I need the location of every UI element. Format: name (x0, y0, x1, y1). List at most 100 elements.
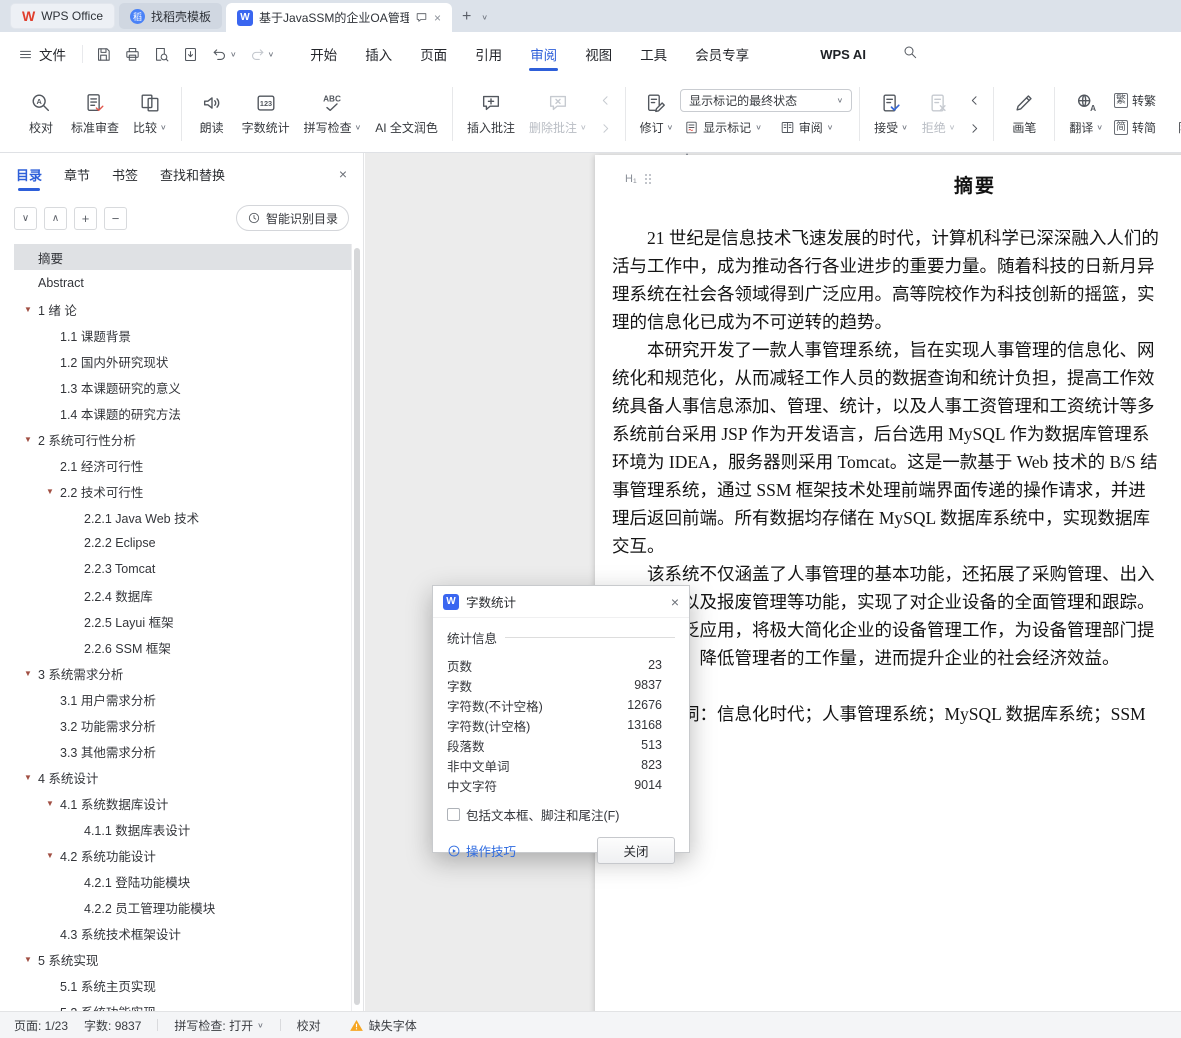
checkbox-box[interactable] (447, 808, 460, 821)
export-pdf-button[interactable] (178, 42, 203, 67)
toc-item[interactable]: 5.1 系统主页实现 (14, 972, 351, 998)
markup-state-select[interactable]: 显示标记的最终状态 (680, 89, 853, 112)
proofread-status[interactable]: 校对 (297, 1017, 321, 1034)
print-preview-button[interactable] (149, 42, 174, 67)
menu-tab[interactable]: 插入 (351, 32, 406, 76)
close-pane-icon[interactable] (339, 166, 347, 182)
sidebar-tab[interactable]: 书签 (112, 161, 138, 188)
toc-item[interactable]: 5.2 系统功能实现 (14, 998, 351, 1012)
sidebar-tab[interactable]: 目录 (16, 161, 42, 191)
toc-expand-icon[interactable] (46, 799, 60, 808)
word-count-indicator[interactable]: 字数: 9837 (84, 1017, 141, 1034)
toc-item[interactable]: 1.1 课题背景 (14, 322, 351, 348)
toc-expand-icon[interactable] (46, 487, 60, 496)
document-page[interactable]: H₁ 摘要 21 世纪是信息技术飞速发展的时代，计算机科学已深深融入人们的 活与… (595, 155, 1181, 1011)
undo-dropdown-icon[interactable] (230, 50, 237, 57)
read-aloud-button[interactable]: 朗读 (189, 87, 235, 141)
toc-item[interactable]: 4.3 系统技术框架设计 (14, 920, 351, 946)
toc-expand-icon[interactable] (24, 435, 38, 444)
decrease-level-button[interactable] (104, 206, 127, 230)
toc-item[interactable]: 4 系统设计 (14, 764, 351, 790)
menu-tab[interactable]: 页面 (406, 32, 461, 76)
toc-item[interactable]: 3 系统需求分析 (14, 660, 351, 686)
proofread-button[interactable]: 校对 (18, 87, 64, 141)
insert-comment-button[interactable]: 插入批注 (460, 87, 522, 141)
spell-check-button[interactable]: 拼写检查 (297, 87, 369, 141)
menu-tab[interactable]: 工具 (626, 32, 681, 76)
toc-item[interactable]: 2.2.6 SSM 框架 (14, 634, 351, 660)
to-simplified-button[interactable]: 简 转简 (1110, 116, 1160, 139)
smart-identify-button[interactable]: 智能识别目录 (235, 205, 349, 231)
undo-button[interactable] (207, 42, 241, 67)
wps-ai-button[interactable]: WPS AI (789, 46, 874, 63)
next-revision-button[interactable] (962, 116, 986, 140)
reject-button[interactable]: 拒绝 (915, 87, 963, 141)
toc-item[interactable]: 2.2.3 Tomcat (14, 556, 351, 582)
toc-item[interactable]: 4.1 系统数据库设计 (14, 790, 351, 816)
toc-item[interactable]: 2.2 技术可行性 (14, 478, 351, 504)
sidebar-tab[interactable]: 查找和替换 (160, 161, 225, 188)
track-changes-button[interactable]: 修订 (633, 87, 681, 141)
toc-item[interactable]: 1.2 国内外研究现状 (14, 348, 351, 374)
comment-bubble-icon[interactable] (415, 11, 428, 24)
next-comment-button[interactable] (594, 116, 618, 140)
review-pane-button[interactable]: 审阅 (776, 116, 838, 139)
wps-home-tab[interactable]: W WPS Office (10, 3, 116, 29)
sidebar-scrollbar[interactable] (354, 248, 360, 1005)
toc-item[interactable]: 4.1.1 数据库表设计 (14, 816, 351, 842)
toc-expand-icon[interactable] (46, 851, 60, 860)
compare-button[interactable]: 比较 (126, 87, 174, 141)
menu-tab[interactable]: 审阅 (516, 32, 571, 76)
toc-expand-icon[interactable] (24, 305, 38, 314)
restrict-edit-button[interactable]: 限制 (1167, 87, 1181, 141)
dialog-title-bar[interactable]: W 字数统计 (433, 586, 689, 618)
heading-handle[interactable]: H₁ (625, 173, 652, 185)
to-traditional-button[interactable]: 繁 转繁 (1110, 89, 1160, 112)
include-textbox-checkbox[interactable]: 包括文本框、脚注和尾注(F) (447, 805, 675, 824)
redo-button[interactable] (245, 42, 279, 67)
toc-item[interactable]: 2.2.2 Eclipse (14, 530, 351, 556)
previous-comment-button[interactable] (594, 88, 618, 112)
show-markup-button[interactable]: 显示标记 (680, 116, 766, 139)
toc-item[interactable]: 2 系统可行性分析 (14, 426, 351, 452)
missing-font-warning[interactable]: 缺失字体 (349, 1017, 417, 1034)
expand-all-button[interactable] (44, 206, 67, 230)
translate-button[interactable]: 翻译 (1062, 87, 1110, 141)
menu-tab[interactable]: 开始 (296, 32, 351, 76)
menu-tab[interactable]: 会员专享 (681, 32, 763, 76)
toc-item[interactable]: 2.2.5 Layui 框架 (14, 608, 351, 634)
delete-comment-button[interactable]: 删除批注 (522, 87, 594, 141)
toc-item[interactable]: 3.1 用户需求分析 (14, 686, 351, 712)
new-tab-button[interactable] (462, 8, 471, 26)
drag-handle-icon[interactable] (644, 173, 652, 185)
tab-list-dropdown-icon[interactable] (481, 14, 488, 21)
ai-polish-button[interactable]: AI 全文润色 (368, 87, 445, 141)
document-area[interactable]: H₁ 摘要 21 世纪是信息技术飞速发展的时代，计算机科学已深深融入人们的 活与… (365, 153, 1181, 1011)
toc-item[interactable]: 1.3 本课题研究的意义 (14, 374, 351, 400)
print-button[interactable] (120, 42, 145, 67)
toc-item[interactable]: 摘要 (14, 244, 351, 270)
accept-button[interactable]: 接受 (867, 87, 915, 141)
toc-item[interactable]: Abstract (14, 270, 351, 296)
sidebar-tab[interactable]: 章节 (64, 161, 90, 188)
file-menu[interactable]: 文件 (10, 44, 74, 64)
toc-item[interactable]: 4.2 系统功能设计 (14, 842, 351, 868)
toc-item[interactable]: 2.2.4 数据库 (14, 582, 351, 608)
menu-tab[interactable]: 引用 (461, 32, 516, 76)
toc-expand-icon[interactable] (24, 669, 38, 678)
docer-tab[interactable]: 稻 找稻壳模板 (119, 3, 223, 29)
previous-revision-button[interactable] (962, 88, 986, 112)
standard-review-button[interactable]: 标准审查 (64, 87, 126, 141)
search-button[interactable] (898, 40, 922, 69)
toc-item[interactable]: 3.2 功能需求分析 (14, 712, 351, 738)
toc-item[interactable]: 2.1 经济可行性 (14, 452, 351, 478)
close-tab-icon[interactable] (434, 11, 441, 25)
document-tab[interactable]: W 基于JavaSSM的企业OA管理 (226, 3, 453, 32)
word-count-button[interactable]: 字数统计 (235, 87, 297, 141)
toc-item[interactable]: 4.2.2 员工管理功能模块 (14, 894, 351, 920)
toc-expand-icon[interactable] (24, 955, 38, 964)
close-button[interactable]: 关闭 (597, 837, 675, 864)
toc-item[interactable]: 4.2.1 登陆功能模块 (14, 868, 351, 894)
toc-item[interactable]: 1 绪 论 (14, 296, 351, 322)
toc-item[interactable]: 2.2.1 Java Web 技术 (14, 504, 351, 530)
